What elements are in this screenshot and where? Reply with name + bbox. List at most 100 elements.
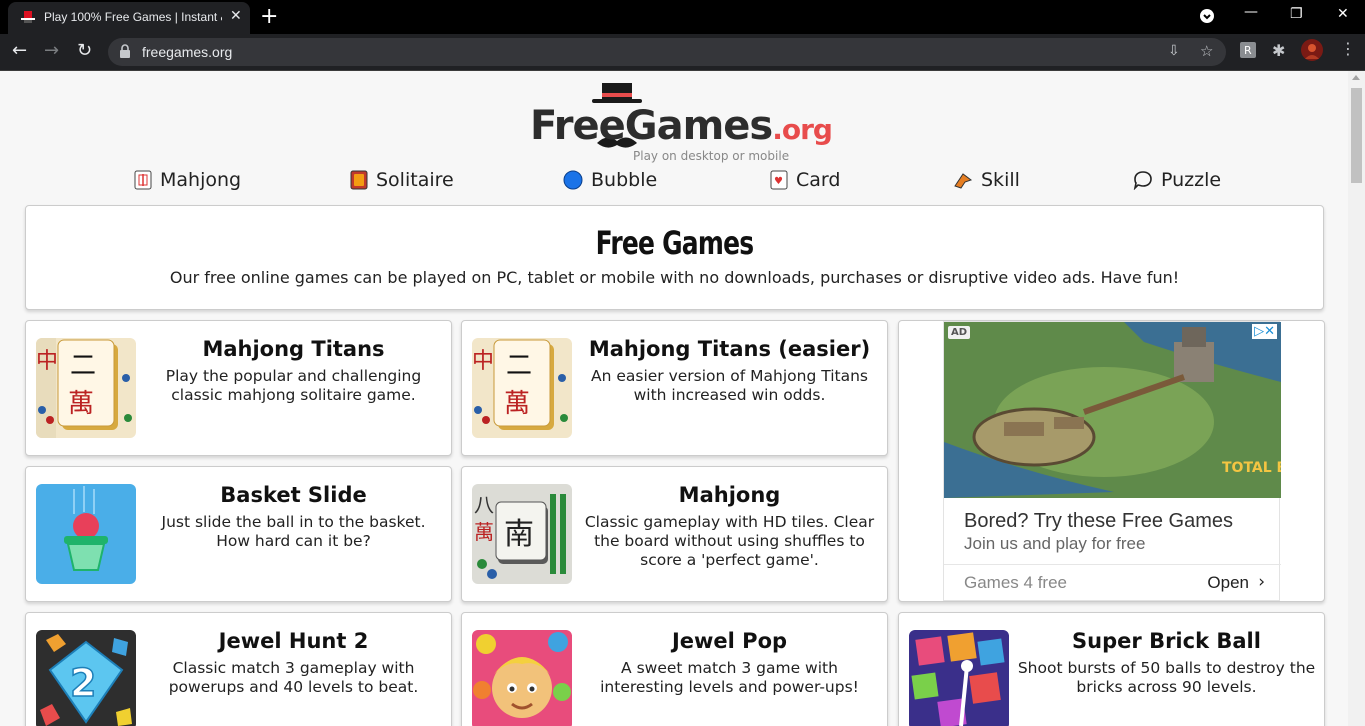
card-icon: ♥	[770, 170, 788, 190]
close-window-icon[interactable]: ✕	[1337, 6, 1349, 22]
svg-text:南: 南	[504, 517, 534, 552]
profile-avatar[interactable]	[1301, 39, 1323, 65]
nav-item-solitaire[interactable]: Solitaire	[350, 169, 454, 191]
bubble-icon	[563, 170, 583, 190]
new-tab-icon[interactable]: +	[260, 4, 278, 29]
ad-footer: Games 4 free	[964, 573, 1067, 592]
game-description: Classic match 3 gameplay with powerups a…	[168, 659, 419, 696]
nav-label: Solitaire	[376, 169, 454, 191]
game-description: Play the popular and challenging classic…	[165, 367, 422, 404]
game-thumbnail[interactable]: 2	[36, 630, 136, 726]
game-thumbnail[interactable]: 中 二 萬	[36, 338, 136, 438]
svg-text:八: 八	[474, 493, 494, 517]
nav-label: Bubble	[591, 169, 658, 191]
install-app-icon[interactable]: ⇩	[1168, 43, 1180, 59]
nav-label: Skill	[981, 169, 1020, 191]
scroll-up-arrow-icon[interactable]	[1352, 75, 1360, 80]
game-title: Mahjong Titans (easier)	[588, 337, 871, 361]
page-title: Free Games	[595, 224, 754, 262]
svg-text:R: R	[1244, 44, 1252, 57]
bookmark-star-icon[interactable]: ☆	[1200, 42, 1213, 60]
browser-tab[interactable]: Play 100% Free Games | Instant & No Down…	[8, 2, 250, 34]
extension-r-icon[interactable]: R	[1240, 42, 1256, 62]
ad-badge: AD	[948, 326, 971, 339]
game-title: Jewel Hunt 2	[218, 629, 369, 653]
game-card-super-brick-ball[interactable]: Super Brick Ball Shoot bursts of 50 ball…	[898, 612, 1325, 726]
nav-item-skill[interactable]: Skill	[953, 169, 1020, 191]
reload-icon[interactable]: ↻	[77, 40, 92, 61]
svg-text:二: 二	[70, 351, 96, 381]
advertisement[interactable]: TOTAL BATTLE AD ▷✕ Bored? Try these Free…	[943, 321, 1281, 601]
page-content: FreeGames.org Play on desktop or mobile …	[0, 71, 1348, 726]
game-description: A sweet match 3 game with interesting le…	[600, 659, 859, 696]
brand-name: FreeGames	[530, 103, 773, 149]
restore-icon[interactable]: ❐	[1290, 6, 1303, 22]
game-thumbnail[interactable]	[472, 630, 572, 726]
game-card-jewel-pop[interactable]: Jewel Pop A sweet match 3 game with inte…	[461, 612, 888, 726]
ad-divider	[944, 564, 1281, 565]
nav-item-card[interactable]: ♥ Card	[770, 169, 840, 191]
svg-text:萬: 萬	[68, 389, 94, 419]
game-thumbnail[interactable]	[909, 630, 1009, 726]
brand-suffix: .org	[772, 113, 833, 146]
site-logo[interactable]: FreeGames.org Play on desktop or mobile	[530, 81, 833, 163]
menu-dots-icon[interactable]: ⋮	[1340, 39, 1356, 58]
ad-subline: Join us and play for free	[964, 534, 1146, 553]
nav-item-bubble[interactable]: Bubble	[563, 169, 657, 191]
game-title: Mahjong Titans	[202, 337, 385, 361]
scrollbar-thumb[interactable]	[1351, 88, 1362, 183]
extensions-puzzle-icon[interactable]: ✱	[1272, 41, 1285, 60]
playing-card-icon	[350, 170, 368, 190]
back-icon[interactable]: ←	[12, 40, 27, 61]
ad-container: TOTAL BATTLE AD ▷✕ Bored? Try these Free…	[898, 320, 1325, 602]
nav-item-mahjong[interactable]: Mahjong	[134, 169, 241, 191]
skill-icon	[954, 173, 973, 189]
game-title: Jewel Pop	[671, 629, 788, 653]
tab-close-icon[interactable]: ✕	[230, 8, 242, 24]
browser-toolbar: ← → ↻ freegames.org ⇩ ☆ R ✱ ⋮	[0, 34, 1365, 71]
tab-search-icon[interactable]	[1199, 8, 1215, 28]
ad-image[interactable]: TOTAL BATTLE	[944, 322, 1281, 498]
url-text: freegames.org	[142, 44, 233, 60]
forward-icon[interactable]: →	[44, 40, 59, 61]
minimize-icon[interactable]: —	[1244, 4, 1258, 20]
nav-item-puzzle[interactable]: Puzzle	[1133, 169, 1221, 191]
game-card-mahjong[interactable]: 八 萬 南 Mahjong Classic gameplay with HD t…	[461, 466, 888, 602]
svg-text:萬: 萬	[474, 520, 494, 544]
svg-text:二: 二	[506, 351, 532, 381]
chevron-right-icon[interactable]: ›	[1258, 572, 1265, 592]
page-scrollbar[interactable]	[1348, 71, 1365, 726]
nav-label: Puzzle	[1161, 169, 1222, 191]
nav-label: Card	[796, 169, 841, 191]
svg-text:中: 中	[472, 349, 494, 374]
ad-image-text: TOTAL BATTLE	[1222, 460, 1281, 476]
browser-tab-bar: Play 100% Free Games | Instant & No Down…	[0, 0, 1365, 34]
game-card-mahjong-titans-easier[interactable]: 中 二 萬 Mahjong Titans (easier) An easier …	[461, 320, 888, 456]
game-title: Super Brick Ball	[1072, 629, 1261, 653]
ad-headline[interactable]: Bored? Try these Free Games	[964, 510, 1233, 533]
brand-wordmark: FreeGames.org	[530, 103, 833, 149]
svg-text:萬: 萬	[504, 389, 530, 419]
svg-text:♥: ♥	[774, 176, 783, 187]
top-hat-favicon-icon	[21, 11, 35, 23]
game-thumbnail[interactable]	[36, 484, 136, 584]
game-description: An easier version of Mahjong Titans with…	[590, 367, 869, 404]
game-title: Basket Slide	[220, 483, 367, 507]
game-card-jewel-hunt-2[interactable]: 2 Jewel Hunt 2 Classic match 3 gameplay …	[25, 612, 452, 726]
address-bar[interactable]: freegames.org ⇩ ☆	[108, 38, 1226, 66]
game-description: Shoot bursts of 50 balls to destroy the …	[1017, 659, 1316, 696]
ad-close-icon[interactable]: ▷✕	[1252, 324, 1277, 339]
lock-icon	[120, 44, 130, 58]
svg-text:2: 2	[70, 661, 96, 705]
tab-title: Play 100% Free Games | Instant & No Down…	[44, 10, 222, 24]
game-thumbnail[interactable]: 八 萬 南	[472, 484, 572, 584]
mahjong-tile-icon	[134, 170, 152, 190]
game-card-basket-slide[interactable]: Basket Slide Just slide the ball in to t…	[25, 466, 452, 602]
hero-panel: Free Games Our free online games can be …	[25, 205, 1324, 310]
game-card-mahjong-titans[interactable]: 中 二 萬 Mahjong Titans Play the popular an…	[25, 320, 452, 456]
game-thumbnail[interactable]: 中 二 萬	[472, 338, 572, 438]
page-subtitle: Our free online games can be played on P…	[169, 268, 1180, 287]
category-nav: Mahjong Solitaire Bubble ♥ Card Skill Pu…	[0, 169, 1348, 195]
game-description: Just slide the ball in to the basket. Ho…	[161, 513, 426, 550]
ad-open-button[interactable]: Open	[1207, 573, 1249, 593]
